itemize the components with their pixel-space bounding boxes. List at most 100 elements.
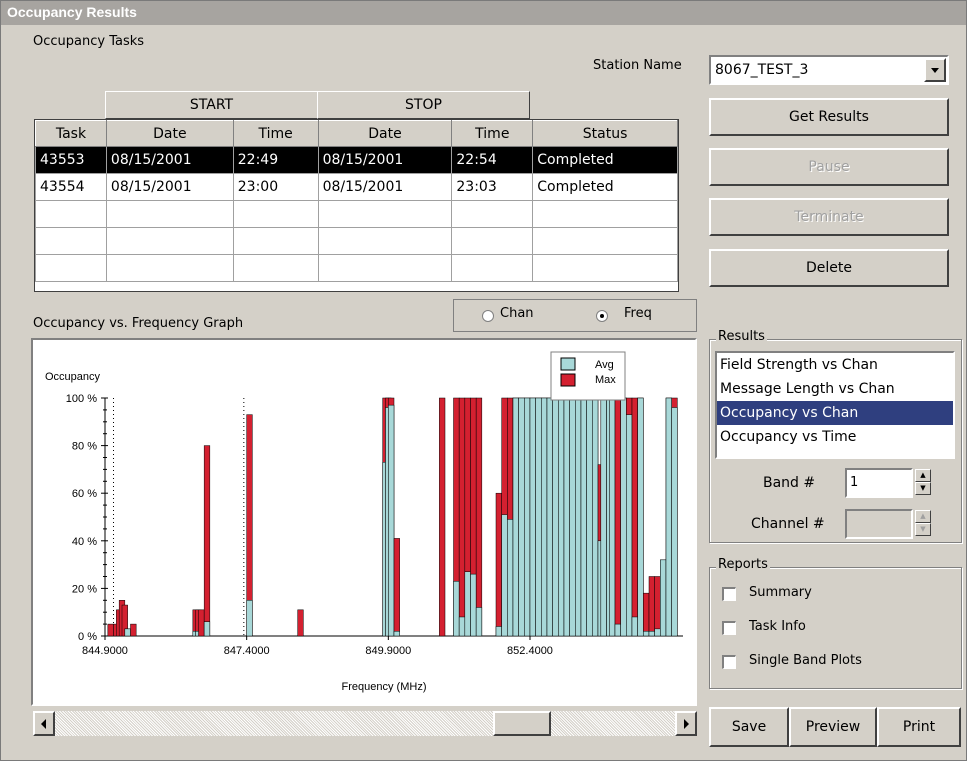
print-button[interactable]: Print bbox=[877, 707, 961, 747]
list-item[interactable]: Occupancy vs Time bbox=[717, 425, 953, 449]
table-row[interactable] bbox=[35, 254, 678, 282]
legend-avg-swatch bbox=[560, 357, 576, 371]
get-results-button[interactable]: Get Results bbox=[709, 98, 949, 136]
avg-bar bbox=[643, 630, 650, 637]
single-band-plots-checkbox-label[interactable]: Single Band Plots bbox=[749, 653, 862, 668]
avg-bar bbox=[458, 616, 466, 637]
scroll-right-button[interactable] bbox=[675, 711, 697, 736]
summary-checkbox[interactable] bbox=[722, 587, 736, 601]
cell bbox=[317, 227, 453, 255]
col-start-date[interactable]: Date bbox=[105, 120, 234, 147]
dropdown-arrow-button[interactable] bbox=[924, 58, 946, 82]
cell bbox=[532, 227, 678, 255]
avg-bar bbox=[563, 397, 570, 637]
save-button[interactable]: Save bbox=[709, 707, 789, 747]
legend-max-swatch bbox=[560, 373, 576, 387]
table-row[interactable] bbox=[35, 227, 678, 255]
band-spinner[interactable]: ▲ ▼ bbox=[915, 469, 931, 495]
results-list[interactable]: Field Strength vs Chan Message Length vs… bbox=[715, 351, 955, 459]
cell bbox=[105, 227, 234, 255]
list-item[interactable]: Occupancy vs Chan bbox=[717, 401, 953, 425]
avg-bar bbox=[546, 397, 553, 637]
spin-up-icon[interactable]: ▲ bbox=[915, 510, 931, 523]
cell: 08/15/2001 bbox=[317, 146, 453, 174]
cell bbox=[317, 200, 453, 228]
cell bbox=[532, 200, 678, 228]
spin-down-icon[interactable]: ▼ bbox=[915, 523, 931, 536]
horizontal-scrollbar[interactable] bbox=[33, 711, 697, 736]
avg-bar bbox=[637, 397, 644, 637]
band-label: Band # bbox=[763, 475, 816, 491]
pause-button[interactable]: Pause bbox=[709, 148, 949, 186]
max-bar bbox=[614, 397, 621, 637]
band-value: 1 bbox=[850, 475, 859, 490]
y-tick-label: 0 % bbox=[78, 631, 97, 643]
spin-down-icon[interactable]: ▼ bbox=[915, 482, 931, 495]
avg-bar bbox=[586, 397, 593, 637]
spin-up-icon[interactable]: ▲ bbox=[915, 469, 931, 482]
avg-bar bbox=[246, 600, 253, 637]
col-start-time[interactable]: Time bbox=[232, 120, 319, 147]
avg-bar bbox=[609, 397, 616, 637]
channel-spinner[interactable]: ▲ ▼ bbox=[915, 510, 931, 536]
freq-radio[interactable] bbox=[596, 310, 608, 322]
table-row[interactable]: 43553 08/15/2001 22:49 08/15/2001 22:54 Compl… bbox=[35, 146, 678, 174]
avg-bar bbox=[648, 630, 655, 637]
title-bar: Occupancy Results bbox=[1, 1, 966, 25]
graph-label: Occupancy vs. Frequency Graph bbox=[33, 316, 244, 331]
results-group-label: Results bbox=[716, 329, 767, 344]
stop-group-header: STOP bbox=[317, 91, 530, 119]
col-status[interactable]: Status bbox=[532, 120, 678, 147]
max-bar bbox=[648, 576, 655, 637]
chan-radio[interactable] bbox=[482, 310, 494, 322]
scroll-thumb[interactable] bbox=[493, 711, 551, 736]
terminate-button[interactable]: Terminate bbox=[709, 198, 949, 236]
col-stop-date[interactable]: Date bbox=[317, 120, 453, 147]
tasks-header-row: Task Date Time Date Time Status bbox=[35, 120, 678, 147]
avg-bar bbox=[620, 397, 627, 637]
task-info-checkbox-label[interactable]: Task Info bbox=[749, 619, 806, 634]
cell bbox=[35, 227, 107, 255]
freq-radio-label[interactable]: Freq bbox=[624, 306, 652, 321]
avg-bar bbox=[475, 607, 483, 637]
col-stop-time[interactable]: Time bbox=[451, 120, 534, 147]
x-tick-label: 847.4000 bbox=[224, 645, 270, 657]
preview-button[interactable]: Preview bbox=[789, 707, 877, 747]
chan-freq-toggle: Chan Freq bbox=[453, 299, 697, 332]
cell bbox=[105, 200, 234, 228]
summary-checkbox-label[interactable]: Summary bbox=[749, 585, 812, 600]
list-item[interactable]: Message Length vs Chan bbox=[717, 377, 953, 401]
delete-button[interactable]: Delete bbox=[709, 249, 949, 287]
avg-bar bbox=[524, 397, 531, 637]
cell bbox=[232, 254, 319, 282]
avg-bar bbox=[541, 397, 548, 637]
cell: 23:00 bbox=[232, 173, 319, 201]
avg-bar bbox=[501, 514, 508, 637]
chan-radio-label[interactable]: Chan bbox=[500, 306, 534, 321]
avg-bar bbox=[626, 414, 633, 637]
cell: 43554 bbox=[35, 173, 107, 201]
window-title: Occupancy Results bbox=[7, 4, 137, 20]
table-row[interactable]: 43554 08/15/2001 23:00 08/15/2001 23:03 Compl… bbox=[35, 173, 678, 201]
band-input[interactable]: 1 bbox=[845, 468, 913, 498]
avg-bar bbox=[512, 397, 519, 637]
avg-bar bbox=[535, 397, 542, 637]
x-tick-label: 849.9000 bbox=[365, 645, 411, 657]
max-bar bbox=[631, 397, 638, 637]
cell: 08/15/2001 bbox=[105, 173, 234, 201]
task-info-checkbox[interactable] bbox=[722, 621, 736, 635]
arrow-right-icon bbox=[684, 718, 689, 729]
channel-input[interactable] bbox=[845, 509, 913, 539]
station-name-dropdown[interactable]: 8067_TEST_3 bbox=[709, 55, 949, 85]
scroll-left-button[interactable] bbox=[33, 711, 55, 736]
max-bar bbox=[297, 609, 304, 637]
max-bar bbox=[198, 609, 205, 637]
single-band-plots-checkbox[interactable] bbox=[722, 655, 736, 669]
col-task[interactable]: Task bbox=[35, 120, 107, 147]
x-tick-label: 852.4000 bbox=[507, 645, 553, 657]
tasks-table: Task Date Time Date Time Status 43553 08/… bbox=[35, 120, 678, 282]
avg-bar bbox=[124, 628, 131, 637]
list-item[interactable]: Field Strength vs Chan bbox=[717, 353, 953, 377]
table-row[interactable] bbox=[35, 200, 678, 228]
x-tick-label: 844.9000 bbox=[82, 645, 128, 657]
